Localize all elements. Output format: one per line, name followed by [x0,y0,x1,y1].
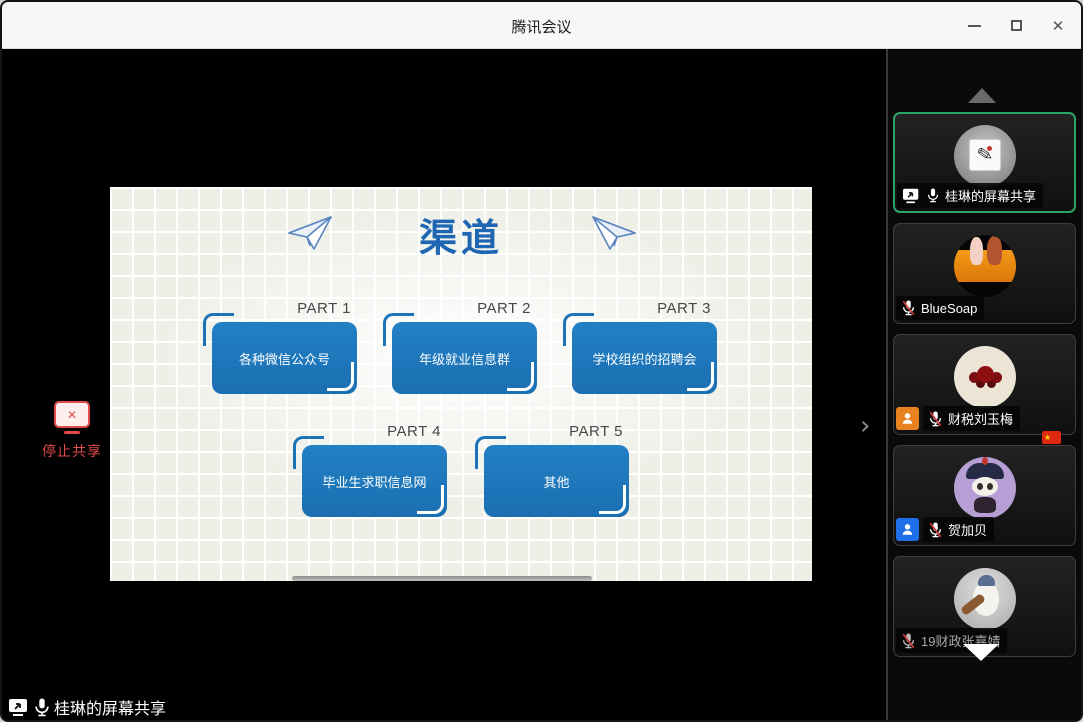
minimize-icon [968,25,981,27]
person-badge-blue [896,518,919,541]
part-box-text: 年级就业信息群 [419,349,510,368]
part-box: 学校组织的招聘会 [572,322,717,394]
microphone-icon [33,697,51,718]
slide-scrollbar[interactable] [292,576,592,581]
part-box-text: 学校组织的招聘会 [592,349,696,368]
participant-name: BlueSoap [921,301,977,316]
microphone-muted-icon [901,632,916,650]
avatar [954,568,1016,630]
window-title: 腾讯会议 [2,16,1081,37]
minimize-button[interactable] [965,17,983,35]
avatar: ✎ [954,125,1016,187]
participant-tile-zhangjiajing[interactable]: 19财政张嘉婧 [893,556,1076,657]
microphone-muted-icon [928,521,943,539]
participant-name: 财税刘玉梅 [948,409,1013,428]
slide-title: 渠道 [110,207,812,262]
title-bar: 腾讯会议 ✕ [2,2,1081,49]
part-box: 各种微信公众号 [212,322,357,394]
presentation-stage: ✕ 停止共享 渠道 PART 1 各种微信公 [2,49,886,720]
part-box-text: 各种微信公众号 [239,349,330,368]
window-controls: ✕ [965,2,1067,49]
maximize-icon [1011,20,1022,31]
avatar [954,457,1016,519]
sidebar-expand-chevron[interactable]: › [860,413,870,439]
avatar [954,346,1016,408]
close-button[interactable]: ✕ [1049,17,1067,35]
scroll-down-button[interactable] [963,644,999,661]
part-box: 其他 [484,445,629,517]
share-banner-label: 桂琳的屏幕共享 [54,695,166,719]
participant-tile-bluesoap[interactable]: BlueSoap [893,223,1076,324]
avatar [954,235,1016,297]
tencent-meeting-window: 腾讯会议 ✕ ✕ 停止共享 渠道 [0,0,1083,722]
person-icon [900,522,915,537]
stop-share-button[interactable]: ✕ 停止共享 [36,401,108,461]
person-badge-orange [896,407,919,430]
participant-name: 桂琳的屏幕共享 [945,186,1036,205]
pen-glyph: ✎ [975,143,995,167]
monitor-stand [64,431,80,434]
microphone-muted-icon [928,410,943,428]
microphone-icon [926,187,940,204]
screen-share-icon [902,187,921,204]
monitor-x-icon: ✕ [54,401,90,428]
scroll-up-button[interactable] [968,88,996,103]
participant-tile-hejiabei[interactable]: 贺加贝 [893,445,1076,546]
stop-share-label: 停止共享 [36,441,108,461]
part-box-text: 其他 [543,472,569,491]
person-icon [900,411,915,426]
participant-name: 贺加贝 [948,520,987,539]
share-banner: 桂琳的屏幕共享 [6,693,174,721]
part-box: 年级就业信息群 [392,322,537,394]
participant-tile-liuyumei[interactable]: ★ 财税刘玉梅 [893,334,1076,435]
screen-share-icon [8,697,30,717]
part-box: 毕业生求职信息网 [302,445,447,517]
part-box-text: 毕业生求职信息网 [322,472,426,491]
maximize-button[interactable] [1007,17,1025,35]
paper-plane-icon [590,213,638,253]
china-flag-badge: ★ [1042,431,1061,444]
shared-slide: 渠道 PART 1 各种微信公众号 PART 2 年级就业信息群 PART 3 … [110,187,812,581]
participants-sidebar: ✎ 桂琳的屏幕共享 [886,49,1081,720]
microphone-muted-icon [901,299,916,317]
participant-tile-guilin[interactable]: ✎ 桂琳的屏幕共享 [893,112,1076,213]
